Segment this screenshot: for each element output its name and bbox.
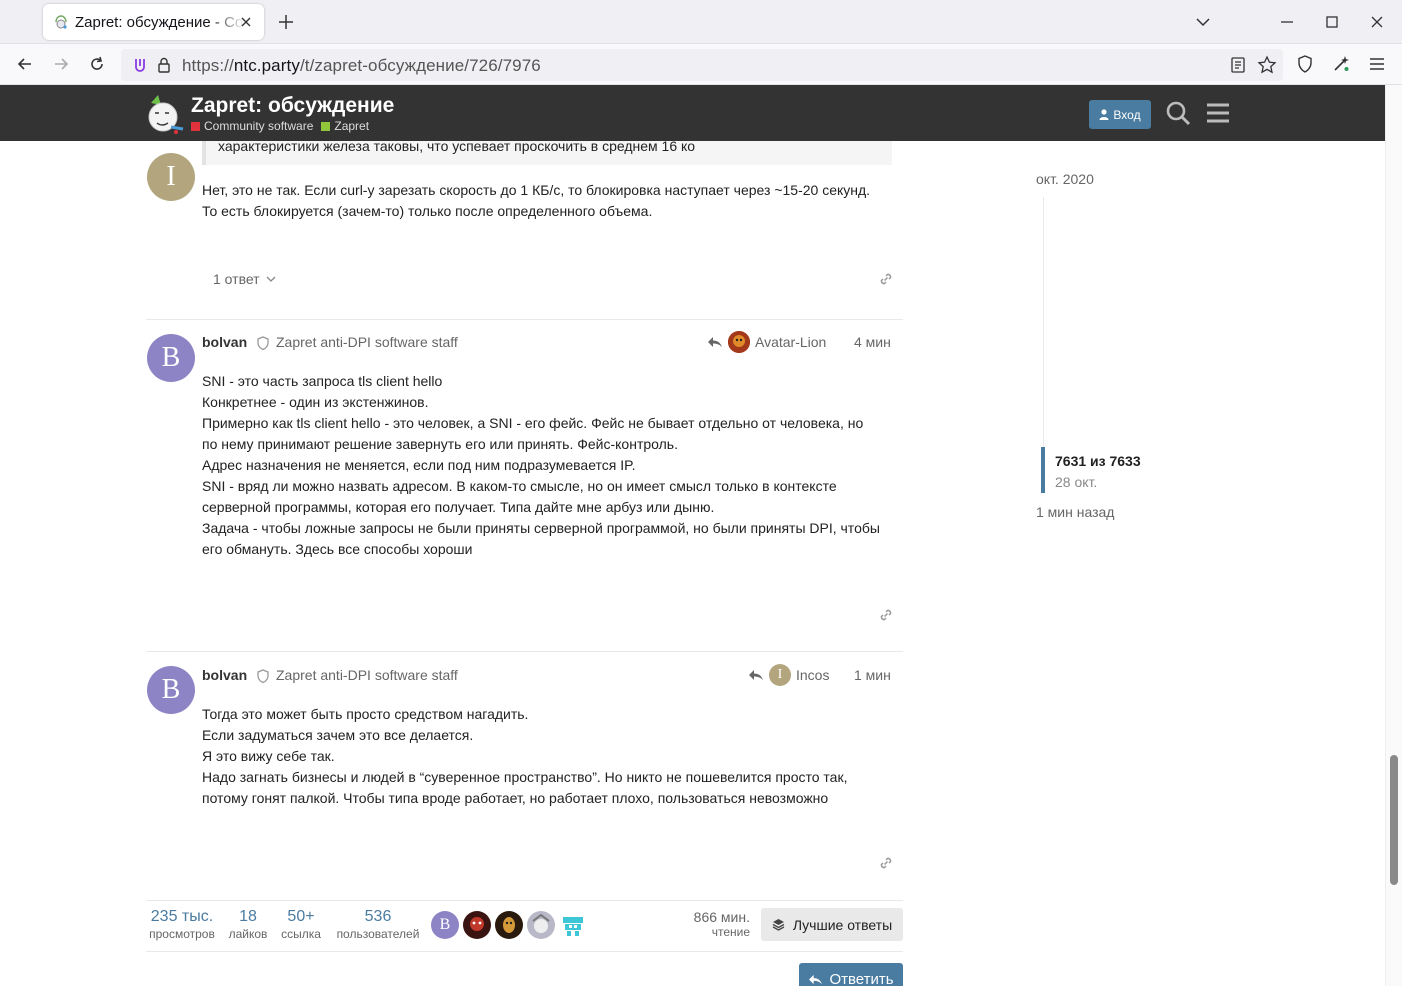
hamburger-menu-icon[interactable] xyxy=(1367,54,1387,74)
site-favicon-icon xyxy=(55,15,67,29)
back-arrow-icon[interactable] xyxy=(15,54,35,74)
reply-arrow-icon xyxy=(708,337,722,347)
avatar xyxy=(728,331,750,353)
username[interactable]: bolvan xyxy=(202,334,247,350)
login-button[interactable]: Вход xyxy=(1089,100,1151,129)
moderator-shield-icon xyxy=(257,336,269,350)
extensions-sparkle-icon[interactable] xyxy=(1331,54,1351,74)
new-tab-plus-icon[interactable] xyxy=(276,12,296,32)
browser-tab[interactable]: Zapret: обсуждение - Community software xyxy=(43,4,264,40)
timeline-handle[interactable] xyxy=(1041,447,1045,493)
topic-map: 235 тыс. просмотров 18 лайков 50+ ссылка… xyxy=(146,900,903,952)
category-link-community-software[interactable]: Community software xyxy=(191,119,313,133)
post-body: SNI - это часть запроса tls client hello… xyxy=(202,373,880,557)
reply-to-tab[interactable]: I Incos xyxy=(748,664,829,686)
category-color-swatch xyxy=(321,121,331,131)
user-title: Zapret anti-DPI software staff xyxy=(276,334,458,350)
reader-view-icon[interactable] xyxy=(1229,56,1247,74)
minimize-icon[interactable] xyxy=(1277,12,1297,32)
user-icon xyxy=(1099,109,1109,120)
share-link-icon[interactable] xyxy=(878,271,894,287)
close-window-icon[interactable] xyxy=(1367,12,1387,32)
browser-navbar: https://ntc.party/t/zapret-обсуждение/72… xyxy=(0,44,1402,85)
show-replies-button[interactable]: 1 ответ xyxy=(213,271,276,287)
read-time: 866 мин. чтение xyxy=(693,909,750,939)
post-date[interactable]: 1 мин xyxy=(854,667,891,683)
scrollbar-thumb[interactable] xyxy=(1390,755,1398,885)
breadcrumb: Community software Zapret xyxy=(191,119,369,133)
share-link-icon[interactable] xyxy=(878,855,894,871)
reply-button[interactable]: Ответить xyxy=(799,963,903,986)
forward-arrow-icon[interactable] xyxy=(51,54,71,74)
search-icon[interactable] xyxy=(1164,99,1192,127)
avatar[interactable]: I xyxy=(147,153,195,201)
timeline-end-date[interactable]: 1 мин назад xyxy=(1036,504,1114,520)
timeline-track[interactable] xyxy=(1043,197,1044,447)
best-answers-button[interactable]: Лучшие ответы xyxy=(761,908,903,941)
tab-list-chevron-icon[interactable] xyxy=(1193,12,1213,32)
address-bar[interactable]: https://ntc.party/t/zapret-обсуждение/72… xyxy=(121,49,1283,81)
lock-icon[interactable] xyxy=(155,56,173,74)
forum-header: Zapret: обсуждение Community software Za… xyxy=(0,85,1385,141)
bookmark-star-icon[interactable] xyxy=(1257,55,1277,75)
reload-icon[interactable] xyxy=(87,54,107,74)
close-tab-icon[interactable] xyxy=(238,14,254,30)
layers-icon xyxy=(772,919,785,931)
avatar[interactable]: B xyxy=(147,334,195,382)
timeline-position: 7631 из 7633 xyxy=(1055,453,1141,469)
moderator-shield-icon xyxy=(257,669,269,683)
avatar[interactable]: B xyxy=(431,911,459,939)
avatar[interactable] xyxy=(559,911,587,939)
avatar[interactable] xyxy=(463,911,491,939)
post-divider xyxy=(146,900,903,901)
category-color-swatch xyxy=(191,121,200,131)
shield-protection-icon[interactable] xyxy=(1295,54,1315,74)
hamburger-menu-icon[interactable] xyxy=(1204,99,1232,127)
post-body: Нет, это не так. Если curl-у зарезать ск… xyxy=(202,182,871,219)
avatar[interactable] xyxy=(527,911,555,939)
maximize-icon[interactable] xyxy=(1322,12,1342,32)
category-link-zapret[interactable]: Zapret xyxy=(321,119,369,133)
reply-arrow-icon xyxy=(749,670,763,680)
topic-title[interactable]: Zapret: обсуждение xyxy=(191,94,394,118)
avatar[interactable]: B xyxy=(147,666,195,714)
reply-to-tab[interactable]: Avatar-Lion xyxy=(707,331,826,353)
page-scrollbar[interactable] xyxy=(1385,85,1402,986)
avatar[interactable] xyxy=(495,911,523,939)
tab-title: Zapret: обсуждение - Community software xyxy=(75,13,245,31)
quote-text: характеристики железа таковы, что успева… xyxy=(218,141,696,154)
stat-likes: 18 лайков xyxy=(228,908,268,941)
site-permissions-icon[interactable] xyxy=(131,56,149,74)
post-divider xyxy=(146,319,903,320)
avatar: I xyxy=(769,664,791,686)
user-title: Zapret anti-DPI software staff xyxy=(276,667,458,683)
topic-content: характеристики железа таковы, что успева… xyxy=(0,141,1385,986)
timeline-position-date: 28 окт. xyxy=(1055,474,1098,490)
share-link-icon[interactable] xyxy=(878,607,894,623)
timeline-start-date[interactable]: окт. 2020 xyxy=(1036,171,1094,187)
participants: B xyxy=(431,911,587,939)
stat-views: 235 тыс. просмотров xyxy=(149,908,215,941)
reply-arrow-icon xyxy=(809,974,823,984)
site-logo-icon[interactable] xyxy=(145,93,185,135)
post-divider xyxy=(146,651,903,652)
stat-users[interactable]: 536 пользователей xyxy=(332,908,424,941)
browser-tabbar: Zapret: обсуждение - Community software xyxy=(0,0,1402,44)
post-date[interactable]: 4 мин xyxy=(854,334,891,350)
username[interactable]: bolvan xyxy=(202,667,247,683)
chevron-down-icon xyxy=(266,276,276,282)
url-text[interactable]: https://ntc.party/t/zapret-обсуждение/72… xyxy=(182,56,541,76)
stat-links[interactable]: 50+ ссылка xyxy=(279,908,323,941)
post-body: Тогда это может быть просто средством на… xyxy=(202,706,848,806)
